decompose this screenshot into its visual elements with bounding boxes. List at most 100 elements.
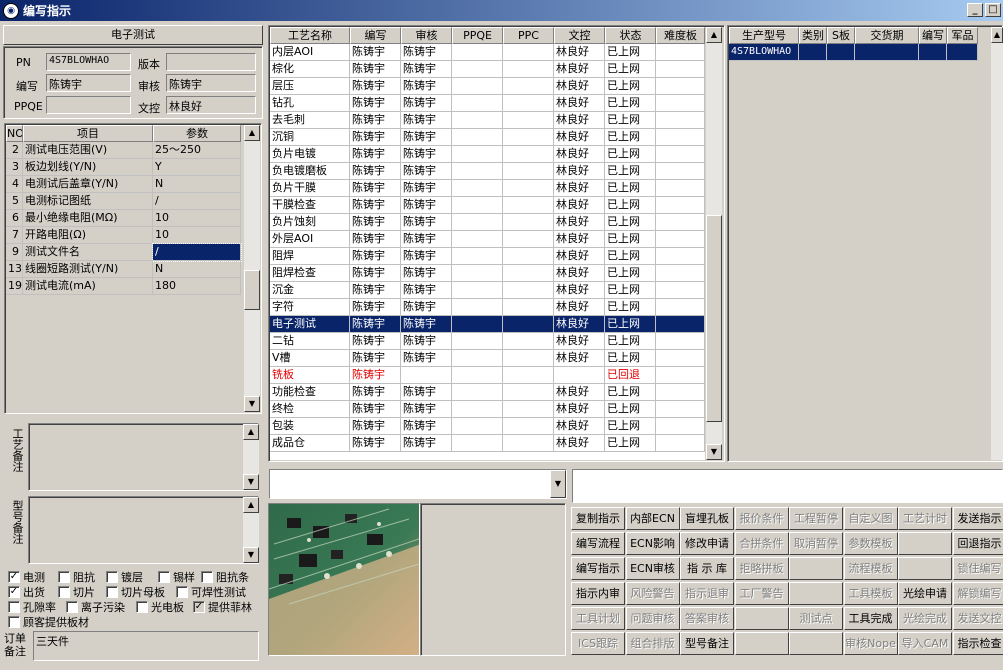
table-cell[interactable]: 林良好 — [554, 95, 605, 112]
table-row[interactable]: 去毛刺 陈铸宇 陈铸宇 林良好 已上网 — [270, 112, 705, 129]
table-cell[interactable]: 陈铸宇 — [350, 367, 401, 384]
table-cell[interactable]: 字符 — [270, 299, 350, 316]
table-cell[interactable] — [656, 265, 705, 282]
table-cell[interactable]: 已上网 — [605, 248, 656, 265]
table-cell[interactable]: 已上网 — [605, 401, 656, 418]
scroll-up-icon[interactable]: ▲ — [243, 424, 259, 440]
table-cell[interactable] — [452, 367, 503, 384]
table-cell[interactable]: 已上网 — [605, 214, 656, 231]
action-button[interactable]: 合拼条件 — [734, 532, 789, 555]
table-cell[interactable]: 已上网 — [605, 129, 656, 146]
param-cell[interactable]: 测试文件名 — [23, 244, 153, 261]
text-input[interactable] — [572, 469, 1003, 503]
table-cell[interactable]: 钻孔 — [270, 95, 350, 112]
table-cell[interactable] — [503, 418, 554, 435]
table-row[interactable]: 功能检查 陈铸宇 陈铸宇 林良好 已上网 — [270, 384, 705, 401]
table-cell[interactable]: 陈铸宇 — [401, 350, 452, 367]
table-cell[interactable]: 陈铸宇 — [350, 163, 401, 180]
action-button[interactable]: 审核Nope — [843, 632, 898, 655]
checkbox[interactable]: 顾客提供板材 — [8, 614, 89, 630]
checkbox[interactable]: 阻抗条 — [201, 569, 249, 585]
table-cell[interactable] — [656, 112, 705, 129]
table-cell[interactable]: 陈铸宇 — [350, 333, 401, 350]
checkbox-box[interactable]: ✓ — [193, 601, 205, 613]
param-cell[interactable]: 3 — [6, 159, 23, 176]
checkbox[interactable]: 切片 — [58, 584, 95, 600]
table-cell[interactable] — [656, 129, 705, 146]
table-cell[interactable]: 林良好 — [554, 265, 605, 282]
table-cell[interactable] — [656, 61, 705, 78]
table-row[interactable]: 外层AOI 陈铸宇 陈铸宇 林良好 已上网 — [270, 231, 705, 248]
param-cell[interactable]: / — [153, 193, 241, 210]
table-cell[interactable]: 陈铸宇 — [401, 61, 452, 78]
table-cell[interactable]: 林良好 — [554, 78, 605, 95]
table-cell[interactable]: 陈铸宇 — [401, 44, 452, 61]
table-cell[interactable] — [452, 401, 503, 418]
table-cell[interactable]: 林良好 — [554, 146, 605, 163]
action-button[interactable]: 复制指示 — [571, 507, 625, 530]
action-button[interactable]: 参数模板 — [843, 532, 898, 555]
table-cell[interactable]: 陈铸宇 — [401, 333, 452, 350]
table-cell[interactable] — [452, 231, 503, 248]
table-row[interactable]: 负片电镀 陈铸宇 陈铸宇 林良好 已上网 — [270, 146, 705, 163]
table-cell[interactable]: 陈铸宇 — [401, 282, 452, 299]
action-button[interactable]: 解锁编写 — [952, 582, 1003, 605]
table-cell[interactable]: 陈铸宇 — [350, 248, 401, 265]
checkbox-box[interactable] — [136, 601, 148, 613]
table-cell[interactable] — [452, 214, 503, 231]
table-cell[interactable]: 林良好 — [554, 163, 605, 180]
table-cell[interactable] — [656, 350, 705, 367]
table-row[interactable]: 4S7BLOWHAO — [729, 44, 991, 61]
table-cell[interactable]: 已上网 — [605, 299, 656, 316]
table-cell[interactable] — [503, 197, 554, 214]
table-cell[interactable]: 沉铜 — [270, 129, 350, 146]
chevron-down-icon[interactable]: ▼ — [550, 470, 566, 498]
table-cell[interactable] — [452, 44, 503, 61]
action-button[interactable]: 报价条件 — [734, 507, 789, 530]
col-header[interactable]: S板 — [827, 27, 855, 44]
table-cell[interactable] — [452, 316, 503, 333]
table-row[interactable]: 阻焊 陈铸宇 陈铸宇 林良好 已上网 — [270, 248, 705, 265]
table-cell[interactable]: 陈铸宇 — [350, 350, 401, 367]
param-cell[interactable]: 4 — [6, 176, 23, 193]
checkbox-box[interactable] — [8, 601, 20, 613]
table-cell[interactable]: 内层AOI — [270, 44, 350, 61]
table-cell[interactable]: 已上网 — [605, 78, 656, 95]
table-cell[interactable] — [503, 401, 554, 418]
table-cell[interactable]: 陈铸宇 — [350, 78, 401, 95]
table-cell[interactable] — [503, 265, 554, 282]
table-cell[interactable]: 已上网 — [605, 44, 656, 61]
checkbox-box[interactable] — [106, 571, 118, 583]
param-row[interactable]: 4 电测试后盖章(Y/N) N — [6, 176, 242, 193]
table-cell[interactable]: 干膜检查 — [270, 197, 350, 214]
table-cell[interactable]: 陈铸宇 — [350, 95, 401, 112]
table-cell[interactable]: 已上网 — [605, 282, 656, 299]
col-header[interactable]: NO — [6, 125, 23, 142]
action-button[interactable]: 工艺计时 — [898, 507, 952, 530]
table-cell[interactable]: 陈铸宇 — [401, 316, 452, 333]
action-button[interactable]: 修改申请 — [680, 532, 734, 555]
checkbox[interactable]: ✓ 电测 — [8, 569, 45, 585]
col-header[interactable]: 难度板 — [656, 27, 705, 44]
table-cell[interactable] — [452, 282, 503, 299]
table-cell[interactable]: 陈铸宇 — [401, 112, 452, 129]
process-grid[interactable]: 工艺名称 编写 审核 PPQE PPC 文控 状态 难度板 内层AOI 陈铸宇 陈铸宇 林良好 已上网… — [270, 27, 705, 460]
table-cell[interactable] — [947, 44, 978, 61]
table-cell[interactable]: 林良好 — [554, 350, 605, 367]
action-button[interactable]: ECN审核 — [625, 557, 680, 580]
table-cell[interactable] — [503, 180, 554, 197]
param-cell[interactable]: 5 — [6, 193, 23, 210]
table-cell[interactable] — [799, 44, 827, 61]
table-cell[interactable]: 功能检查 — [270, 384, 350, 401]
action-button[interactable]: 编写指示 — [571, 557, 625, 580]
checkbox-box[interactable] — [58, 571, 70, 583]
param-scrollbar[interactable]: ▲ ▼ — [244, 125, 260, 412]
table-cell[interactable]: 林良好 — [554, 129, 605, 146]
pn-field[interactable]: 4S7BLOWHAO — [46, 53, 131, 71]
action-button[interactable]: 风险警告 — [625, 582, 680, 605]
table-cell[interactable]: 林良好 — [554, 316, 605, 333]
table-cell[interactable]: 已上网 — [605, 61, 656, 78]
table-cell[interactable]: 林良好 — [554, 61, 605, 78]
table-cell[interactable] — [919, 44, 947, 61]
table-cell[interactable] — [452, 146, 503, 163]
